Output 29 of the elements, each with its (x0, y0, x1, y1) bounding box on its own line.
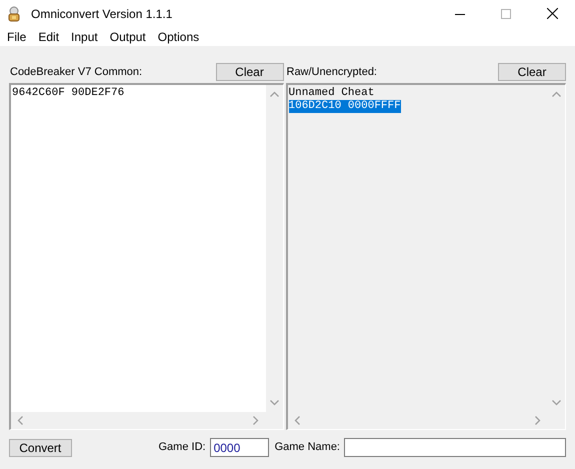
code-line: Unnamed Cheat (288, 87, 374, 100)
game-name-field[interactable] (344, 438, 566, 457)
scroll-right-icon[interactable] (252, 416, 258, 425)
scroll-down-icon[interactable] (270, 400, 278, 406)
close-icon[interactable] (547, 8, 558, 19)
panel-label: CodeBreaker V7 Common: (10, 64, 142, 80)
clear-button[interactable]: Clear (498, 63, 566, 81)
convert-button[interactable]: Convert (9, 438, 72, 456)
code-text-area[interactable]: Unnamed Cheat 106D2C10 0000FFFF (286, 83, 566, 430)
menu-item[interactable]: Options (152, 28, 206, 46)
panel-label: Raw/Unencrypted: (286, 64, 377, 80)
menu-item[interactable]: Edit (32, 28, 66, 46)
menu-item[interactable]: Output (104, 28, 152, 46)
game-name-label: Game Name: (274, 440, 340, 456)
clear-button[interactable]: Clear (216, 63, 284, 81)
menu-item[interactable]: File (1, 28, 32, 46)
code-text-area[interactable]: 9642C60F 90DE2F76 (9, 83, 284, 430)
scroll-left-icon[interactable] (17, 416, 23, 425)
app-icon (6, 6, 22, 22)
scroll-up-icon[interactable] (270, 91, 278, 97)
window-title: Omniconvert Version 1.1.1 (31, 6, 172, 22)
scroll-up-icon[interactable] (552, 91, 561, 97)
game-id-label: Game ID: (158, 440, 206, 456)
scroll-left-icon[interactable] (294, 416, 300, 425)
scroll-down-icon[interactable] (552, 400, 561, 406)
game-id-field[interactable]: 0000 (210, 438, 269, 457)
scroll-right-icon[interactable] (535, 416, 541, 425)
menu-item[interactable]: Input (65, 28, 104, 46)
code-line: 9642C60F 90DE2F76 (12, 87, 124, 100)
